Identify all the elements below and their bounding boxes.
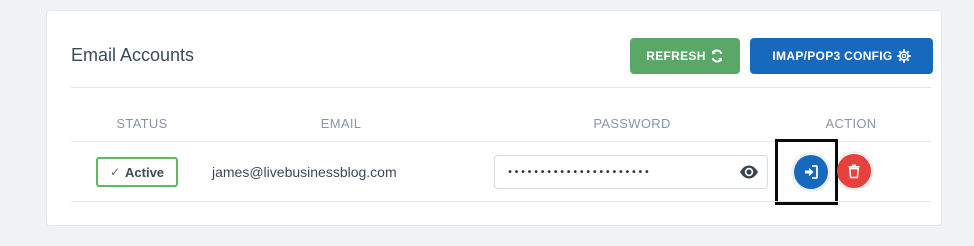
login-icon bbox=[805, 165, 818, 179]
imap-pop3-config-button[interactable]: IMAP/POP3 CONFIG bbox=[750, 38, 933, 74]
config-button-label: IMAP/POP3 CONFIG bbox=[772, 49, 893, 63]
login-button[interactable] bbox=[794, 155, 828, 189]
email-accounts-card: Email Accounts REFRESH IMAP/POP3 CONFIG bbox=[46, 10, 942, 226]
email-cell: james@livebusinessblog.com bbox=[212, 164, 397, 180]
table-bottom-divider bbox=[71, 201, 931, 202]
refresh-button-label: REFRESH bbox=[646, 49, 706, 63]
trash-icon bbox=[848, 164, 860, 179]
eye-icon[interactable] bbox=[739, 164, 759, 180]
status-label: Active bbox=[125, 164, 165, 180]
password-field bbox=[494, 155, 768, 189]
gear-icon bbox=[896, 49, 911, 63]
password-input[interactable] bbox=[507, 163, 727, 181]
header-divider bbox=[71, 87, 931, 88]
refresh-icon bbox=[711, 49, 723, 63]
delete-button[interactable] bbox=[837, 154, 871, 188]
column-header-status: STATUS bbox=[116, 116, 168, 131]
column-header-action: ACTION bbox=[825, 116, 877, 131]
column-header-password: PASSWORD bbox=[593, 116, 671, 131]
refresh-button[interactable]: REFRESH bbox=[630, 38, 740, 74]
card-title: Email Accounts bbox=[71, 45, 195, 65]
status-badge: ✓ Active bbox=[96, 157, 178, 187]
column-header-email: EMAIL bbox=[320, 116, 362, 131]
check-icon: ✓ bbox=[109, 165, 121, 179]
